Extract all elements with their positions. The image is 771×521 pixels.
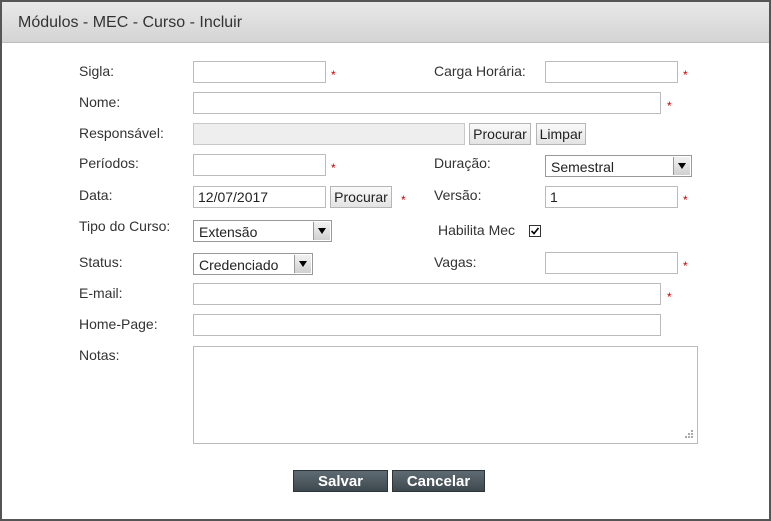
responsavel-clear-button[interactable]: Limpar — [536, 123, 586, 145]
sigla-label: Sigla: — [79, 63, 115, 79]
data-search-button[interactable]: Procurar — [330, 186, 392, 208]
notas-textarea[interactable] — [193, 346, 698, 444]
checkmark-icon — [530, 227, 540, 235]
data-input[interactable] — [193, 186, 326, 208]
carga-horaria-input[interactable] — [545, 61, 678, 83]
cancel-button[interactable]: Cancelar — [392, 470, 485, 492]
vagas-input[interactable] — [545, 252, 678, 274]
periodos-input[interactable] — [193, 154, 326, 176]
duracao-label: Duração: — [434, 155, 491, 171]
versao-input[interactable] — [545, 186, 678, 208]
nome-required-mark: * — [667, 99, 672, 113]
vagas-label: Vagas: — [434, 254, 477, 270]
versao-label: Versão: — [434, 187, 482, 203]
carga-horaria-required-mark: * — [683, 68, 688, 82]
duracao-select[interactable]: Semestral — [545, 155, 692, 177]
title-bar: Módulos - MEC - Curso - Incluir — [2, 2, 769, 43]
habilita-mec-checkbox[interactable] — [529, 225, 541, 237]
notas-label: Notas: — [79, 347, 120, 363]
data-label: Data: — [79, 187, 113, 203]
nome-input[interactable] — [193, 92, 661, 114]
chevron-down-icon[interactable] — [673, 157, 690, 175]
home-page-input[interactable] — [193, 314, 661, 336]
dialog-title: Módulos - MEC - Curso - Incluir — [18, 14, 243, 31]
vagas-required-mark: * — [683, 259, 688, 273]
duracao-selected-value: Semestral — [551, 159, 615, 175]
responsavel-input — [193, 123, 465, 145]
periodos-label: Períodos: — [79, 155, 139, 171]
resize-grip-icon[interactable] — [682, 429, 694, 441]
email-required-mark: * — [667, 290, 672, 304]
sigla-required-mark: * — [331, 68, 336, 82]
home-page-label: Home-Page: — [79, 316, 158, 332]
chevron-down-icon[interactable] — [294, 255, 311, 273]
chevron-down-icon[interactable] — [313, 222, 330, 240]
tipo-curso-selected-value: Extensão — [199, 224, 258, 240]
dialog-window: Módulos - MEC - Curso - Incluir Sigla: *… — [0, 0, 771, 521]
carga-horaria-label: Carga Horária: — [434, 63, 526, 79]
status-selected-value: Credenciado — [199, 257, 279, 273]
periodos-required-mark: * — [331, 161, 336, 175]
status-select[interactable]: Credenciado — [193, 253, 313, 275]
habilita-mec-label: Habilita Mec — [438, 222, 516, 238]
data-required-mark: * — [401, 193, 406, 207]
email-input[interactable] — [193, 283, 661, 305]
nome-label: Nome: — [79, 94, 121, 110]
email-label: E-mail: — [79, 285, 123, 301]
tipo-curso-label: Tipo do Curso: — [79, 218, 171, 234]
save-button[interactable]: Salvar — [293, 470, 388, 492]
status-label: Status: — [79, 254, 123, 270]
responsavel-search-button[interactable]: Procurar — [469, 123, 531, 145]
sigla-input[interactable] — [193, 61, 326, 83]
versao-required-mark: * — [683, 193, 688, 207]
responsavel-label: Responsável: — [79, 125, 164, 141]
tipo-curso-select[interactable]: Extensão — [193, 220, 332, 242]
